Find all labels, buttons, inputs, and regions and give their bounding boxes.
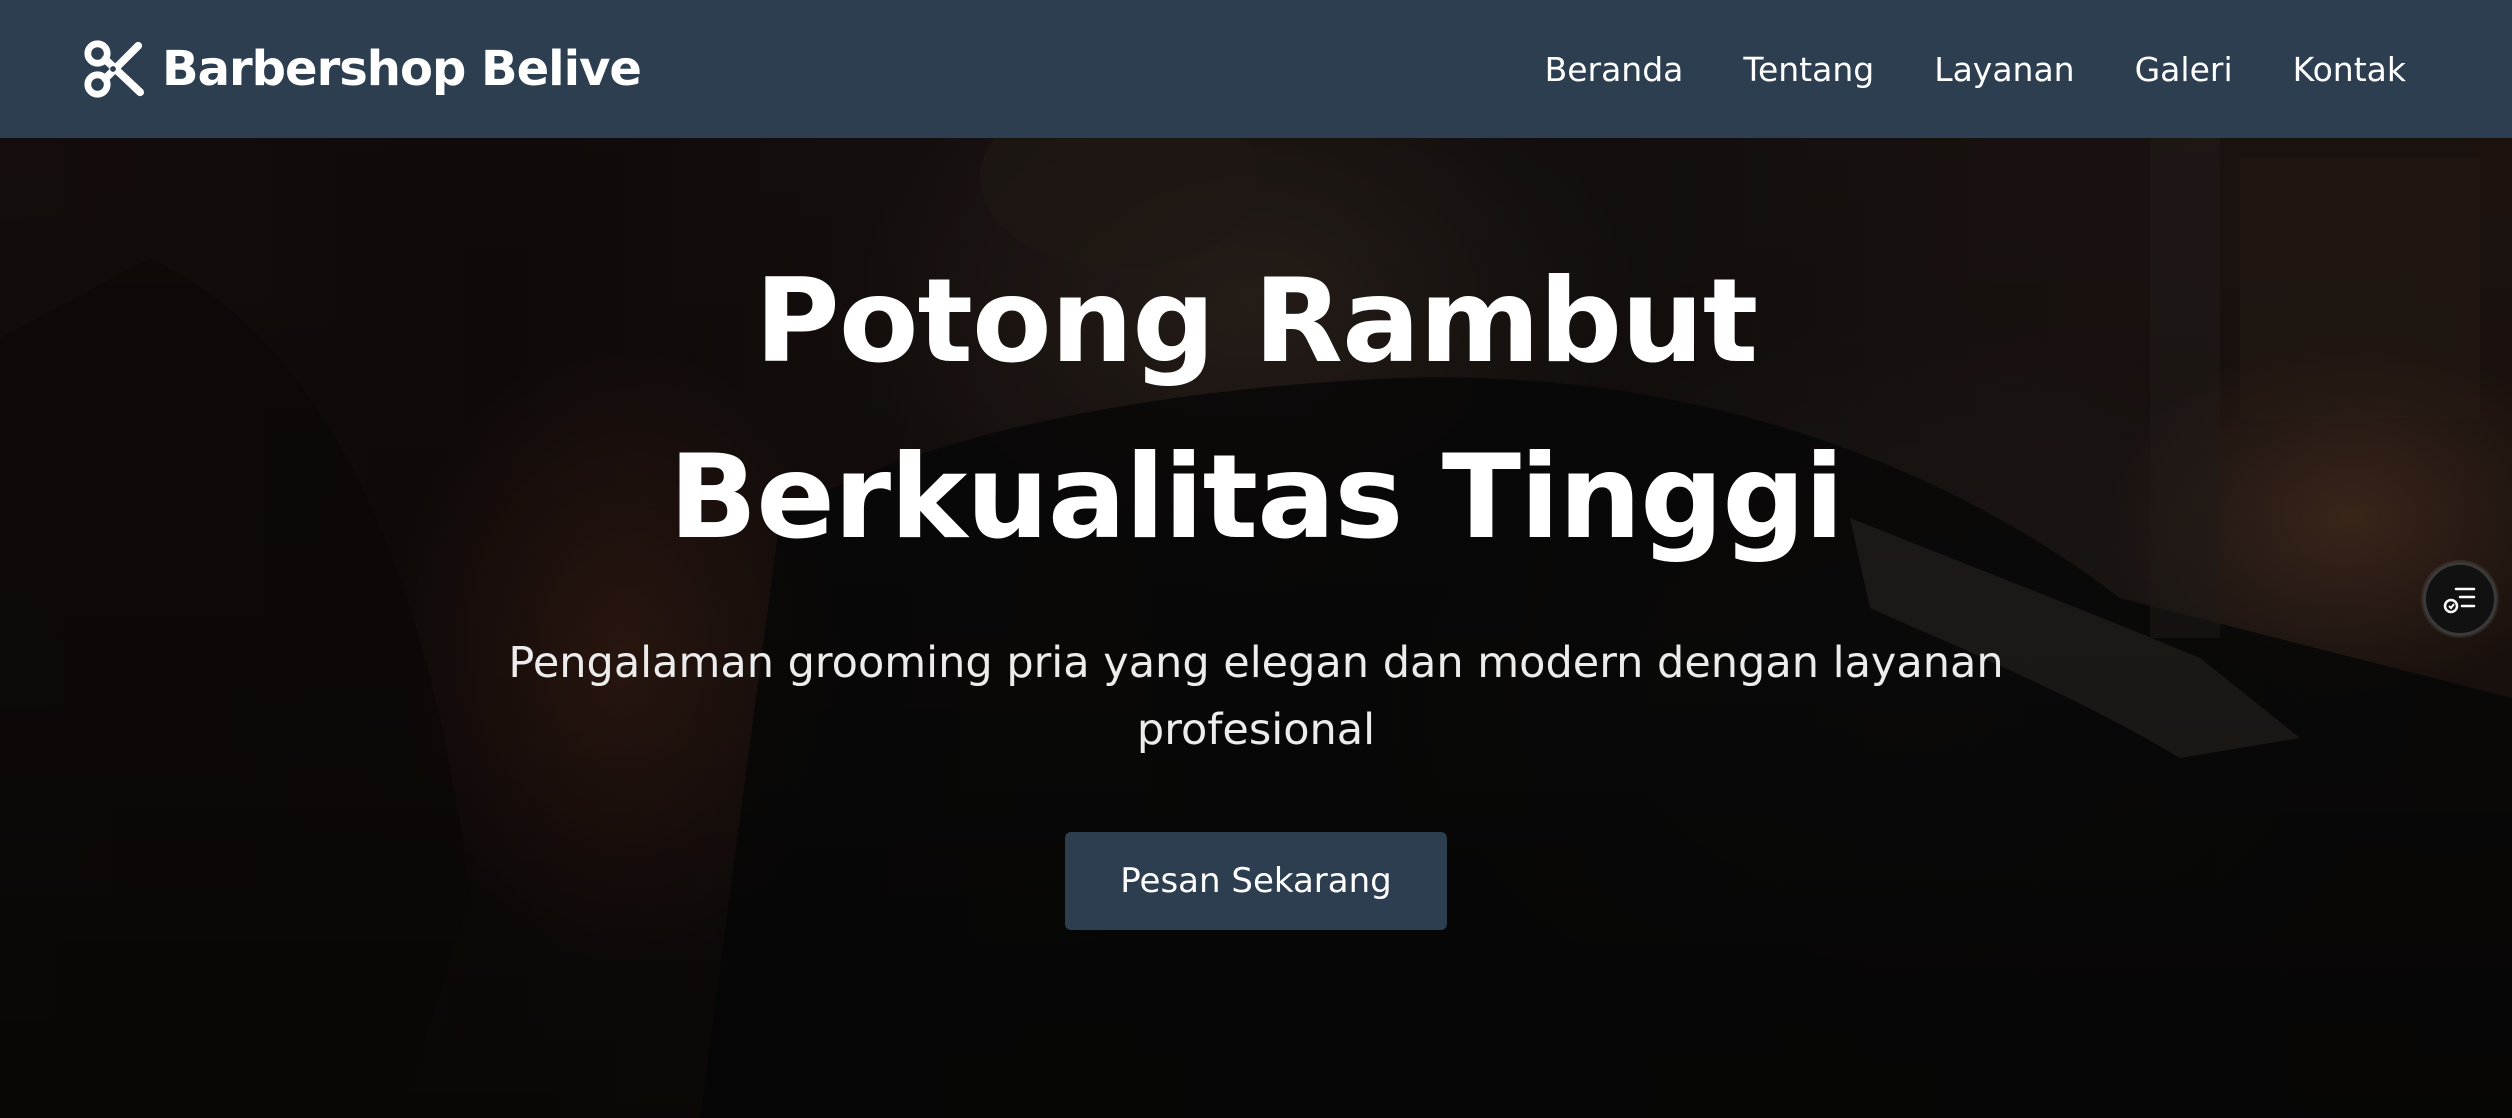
brand-logo-link[interactable]: Barbershop Belive [82,38,642,100]
book-now-button[interactable]: Pesan Sekarang [1065,832,1447,930]
hero-title-line-2: Berkualitas Tinggi [668,430,1844,565]
nav-link-tentang[interactable]: Tentang [1743,50,1874,89]
hero-subtitle: Pengalaman grooming pria yang elegan dan… [508,638,2004,755]
hero-section: Potong Rambut Berkualitas Tinggi Pengala… [0,138,2512,1118]
hero-title: Potong Rambut Berkualitas Tinggi [656,234,1856,586]
accessibility-menu-button[interactable] [2423,562,2497,636]
hero-content: Potong Rambut Berkualitas Tinggi Pengala… [0,138,2512,1118]
nav-link-layanan[interactable]: Layanan [1934,50,2074,89]
hero-title-line-1: Potong Rambut [754,254,1758,389]
navbar: Barbershop Belive Beranda Tentang Layana… [0,0,2512,138]
nav-link-beranda[interactable]: Beranda [1545,50,1684,89]
accessibility-menu-icon [2443,587,2476,614]
nav-link-galeri[interactable]: Galeri [2135,50,2233,89]
page: Barbershop Belive Beranda Tentang Layana… [0,0,2512,1118]
main-nav: Beranda Tentang Layanan Galeri Kontak [1545,50,2406,89]
nav-links: Beranda Tentang Layanan Galeri Kontak [1545,50,2406,89]
brand-name: Barbershop Belive [162,41,642,97]
nav-link-kontak[interactable]: Kontak [2293,50,2406,89]
scissors-icon [84,40,144,98]
